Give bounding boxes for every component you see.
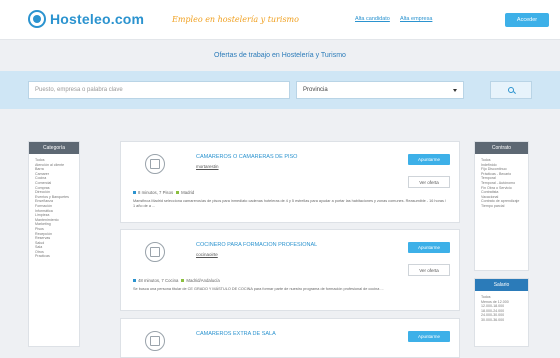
category-title: Categoría	[29, 142, 79, 154]
search-input[interactable]: Puesto, empresa o palabra clave	[28, 81, 290, 99]
time-icon	[133, 191, 136, 194]
category-filter: Categoría Todos Atención al cliente Barra C…	[28, 141, 80, 347]
job-meta-left: 48 minutos, 7 Cocina	[138, 278, 179, 283]
company-signup-link[interactable]: Alta empresa	[400, 16, 432, 22]
job-company[interactable]: mortarestin	[196, 164, 219, 169]
contract-list: Todos Indefinido Fijo Discontinuo Prácticas…	[475, 154, 528, 213]
apply-button[interactable]: Apuntarme	[408, 331, 450, 342]
logo-text: Hosteleo.com	[50, 11, 145, 27]
logo-icon	[28, 10, 46, 28]
location-icon	[176, 191, 180, 194]
category-list: Todos Atención al cliente Barra Camarer Coci…	[29, 154, 79, 263]
site-logo[interactable]: Hosteleo.com	[28, 10, 144, 28]
job-title[interactable]: CAMAREROS O CAMARERAS DE PISO	[196, 154, 297, 160]
salary-filter: Salario Todos Menos de 12.000 12.000-18.00…	[474, 278, 529, 347]
salary-item[interactable]: 30.000-36.000	[481, 318, 522, 323]
search-bar: Puesto, empresa o palabra clave Provinci…	[0, 71, 560, 109]
contract-item[interactable]: Tiempo parcial	[481, 204, 522, 209]
view-offer-button[interactable]: Ver oferta	[408, 264, 450, 276]
chevron-down-icon	[453, 88, 457, 92]
site-header: Hosteleo.com Empleo en hostelería y turi…	[0, 0, 560, 40]
category-item[interactable]: Practicas	[35, 254, 73, 259]
job-meta: 8 minutos, 7 Pisos Madrid	[133, 190, 194, 195]
apply-button[interactable]: Apuntarme	[408, 154, 450, 165]
contract-filter: Contrato Todos Indefinido Fijo Discontinuo…	[474, 141, 529, 271]
job-meta-left: 8 minutos, 7 Pisos	[138, 190, 174, 195]
job-card: CAMAREROS EXTRA DE SALA Apuntarme	[120, 318, 460, 358]
job-company[interactable]: cocinaoirte	[196, 252, 218, 257]
job-meta-right: Madrid/Andalucía	[186, 278, 220, 283]
job-card: COCINERO PARA FORMACION PROFESIONAL coci…	[120, 229, 460, 311]
job-meta: 48 minutos, 7 Cocina Madrid/Andalucía	[133, 278, 220, 283]
job-title[interactable]: COCINERO PARA FORMACION PROFESIONAL	[196, 242, 317, 248]
location-icon	[181, 279, 185, 282]
time-icon	[133, 279, 136, 282]
apply-button[interactable]: Apuntarme	[408, 242, 450, 253]
company-logo-icon	[145, 154, 165, 174]
province-select[interactable]: Provincia	[296, 81, 464, 99]
province-label: Provincia	[303, 87, 328, 93]
view-offer-button[interactable]: Ver oferta	[408, 176, 450, 188]
contract-title: Contrato	[475, 142, 528, 154]
job-description: Mansfinca Madrid selecciona camareros/as…	[133, 199, 446, 208]
candidate-signup-link[interactable]: Alta candidato	[355, 16, 390, 22]
page-title: Ofertas de trabajo en Hostelería y Turis…	[214, 52, 346, 59]
company-logo-icon	[145, 331, 165, 351]
tagline: Empleo en hostelería y turismo	[172, 15, 299, 24]
job-card: CAMAREROS O CAMARERAS DE PISO mortaresti…	[120, 141, 460, 223]
login-button[interactable]: Acceder	[505, 13, 549, 27]
salary-title: Salario	[475, 279, 528, 291]
search-icon	[508, 87, 514, 93]
salary-list: Todos Menos de 12.000 12.000-18.000 18.000-…	[475, 291, 528, 327]
job-description: Se busca una persona titular de CE GRADO…	[133, 287, 384, 291]
job-title[interactable]: CAMAREROS EXTRA DE SALA	[196, 331, 276, 337]
search-button[interactable]	[490, 81, 532, 99]
company-logo-icon	[145, 242, 165, 262]
job-meta-right: Madrid	[181, 190, 195, 195]
